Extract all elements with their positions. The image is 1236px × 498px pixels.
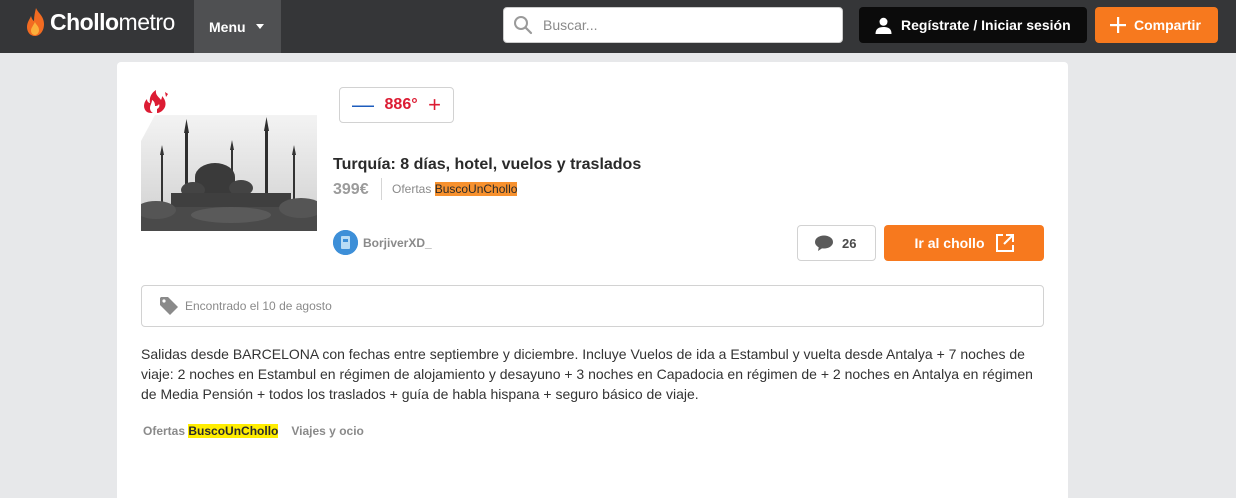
deal-card: — 886° + Turquía: 8 días, hotel, vuelos … <box>117 62 1068 498</box>
menu-label: Menu <box>209 18 246 35</box>
user-icon <box>875 17 892 34</box>
share-label: Compartir <box>1134 17 1201 33</box>
deal-price: 399€ <box>333 181 369 198</box>
comments-count: 26 <box>842 235 857 251</box>
deal-footer-tags: Ofertas BuscoUnChollo Viajes y ocio <box>143 424 364 438</box>
external-link-icon <box>995 234 1014 252</box>
vote-down-button[interactable]: — <box>352 94 374 116</box>
logo-text: Chollometro <box>50 8 175 35</box>
footer-merchant-name: BuscoUnChollo <box>188 424 279 438</box>
top-navigation-bar: Chollometro Menu Regístrate / Iniciar se… <box>0 0 1236 53</box>
go-to-deal-label: Ir al chollo <box>914 235 985 251</box>
flame-logo-icon <box>27 8 44 36</box>
login-register-button[interactable]: Regístrate / Iniciar sesión <box>859 7 1087 43</box>
vote-widget: — 886° + <box>339 87 454 123</box>
search-input[interactable] <box>543 17 823 33</box>
comment-icon <box>815 235 833 251</box>
plus-icon <box>1110 17 1126 33</box>
deal-description: Salidas desde BARCELONA con fechas entre… <box>141 346 1033 402</box>
deal-title[interactable]: Turquía: 8 días, hotel, vuelos y traslad… <box>333 156 641 174</box>
tag-icon <box>160 297 178 315</box>
vote-up-button[interactable]: + <box>428 94 441 116</box>
site-logo[interactable]: Chollometro <box>24 6 175 38</box>
mosque-photo <box>141 115 317 231</box>
menu-button[interactable]: Menu <box>194 0 281 53</box>
merchant-line: Ofertas BuscoUnChollo <box>392 182 518 196</box>
deal-temperature: 886° <box>384 96 418 113</box>
deal-image[interactable] <box>141 115 317 231</box>
share-button[interactable]: Compartir <box>1095 7 1218 43</box>
comments-button[interactable]: 26 <box>797 225 876 261</box>
price-divider <box>381 178 382 200</box>
chevron-down-icon <box>255 24 264 29</box>
fire-icon <box>144 90 168 113</box>
merchant-prefix: Ofertas <box>392 182 432 196</box>
found-date-box: Encontrado el 10 de agosto <box>141 285 1044 327</box>
search-box[interactable] <box>503 7 843 43</box>
go-to-deal-button[interactable]: Ir al chollo <box>884 225 1044 261</box>
footer-merchant[interactable]: Ofertas BuscoUnChollo <box>143 424 279 438</box>
merchant-link[interactable]: BuscoUnChollo <box>434 182 518 196</box>
footer-category[interactable]: Viajes y ocio <box>291 424 364 438</box>
login-register-label: Regístrate / Iniciar sesión <box>901 17 1071 33</box>
footer-merchant-prefix: Ofertas <box>143 424 186 438</box>
username[interactable]: BorjiverXD_ <box>363 236 432 250</box>
avatar[interactable] <box>333 230 358 255</box>
found-date-text: Encontrado el 10 de agosto <box>185 299 332 313</box>
search-icon <box>514 16 533 35</box>
